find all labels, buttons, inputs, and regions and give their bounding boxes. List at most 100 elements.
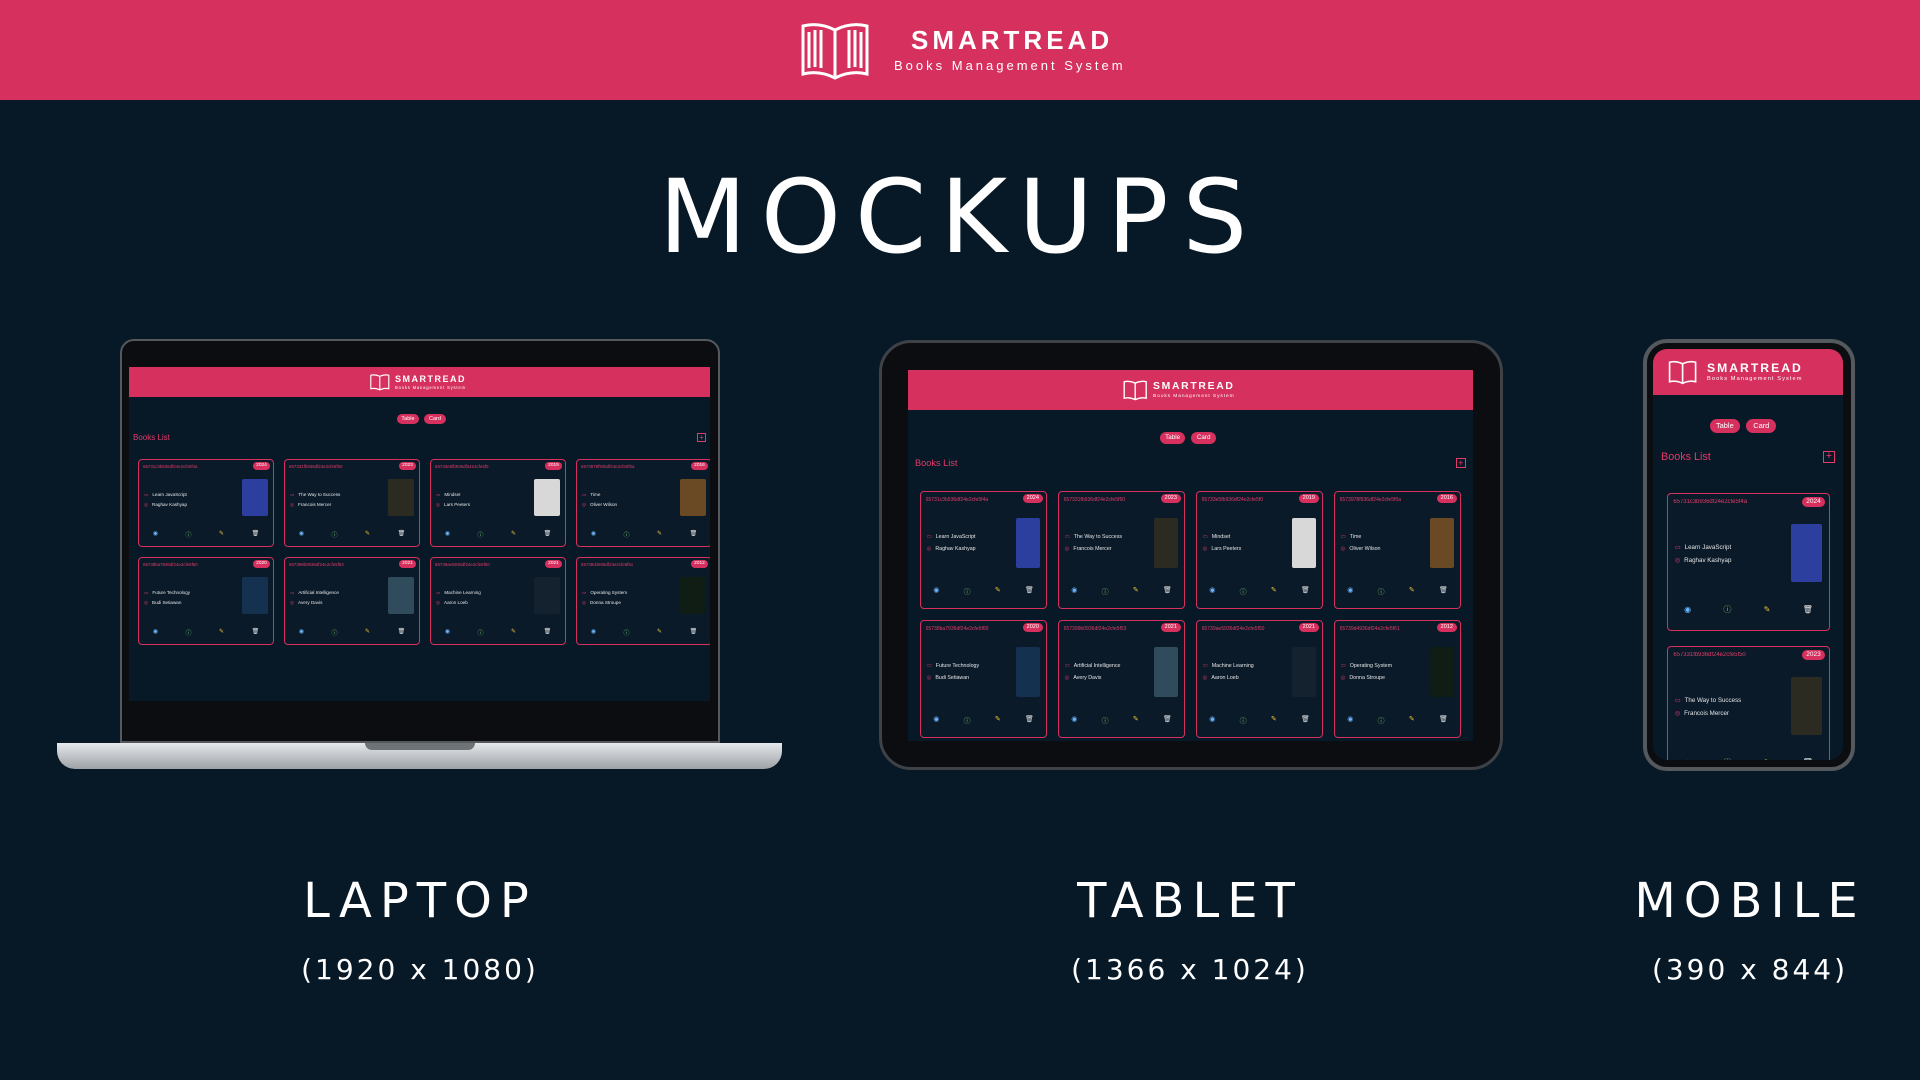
eye-icon[interactable]: ◉ xyxy=(1071,586,1077,596)
card-toggle-button[interactable]: Card xyxy=(1191,432,1217,444)
card-toggle-button[interactable]: Card xyxy=(1746,419,1777,433)
edit-icon[interactable]: ✎ xyxy=(1133,586,1139,596)
info-icon[interactable]: ⓘ xyxy=(624,530,630,539)
trash-icon[interactable]: 🗑 xyxy=(1803,604,1813,615)
book-card[interactable]: 6573978f936df24e2cfe5f0a 2016 ▭ Time ◎ Oliver… xyxy=(576,459,710,547)
add-book-icon[interactable]: + xyxy=(697,433,706,442)
trash-icon[interactable]: 🗑 xyxy=(690,628,698,637)
edit-icon[interactable]: ✎ xyxy=(1133,715,1139,725)
info-icon[interactable]: ⓘ xyxy=(186,628,192,637)
info-icon[interactable]: ⓘ xyxy=(1723,757,1731,760)
edit-icon[interactable]: ✎ xyxy=(1409,586,1415,596)
info-icon[interactable]: ⓘ xyxy=(1102,586,1109,596)
trash-icon[interactable]: 🗑 xyxy=(1025,715,1034,725)
info-icon[interactable]: ⓘ xyxy=(1102,715,1109,725)
book-card[interactable]: 65738ba7936df24e2cfe5f60 2020 ▭ Future Tech… xyxy=(138,557,274,645)
book-card[interactable]: 65731c3b936df24e2cfe5f4a 2024 ▭ Learn JavaS… xyxy=(138,459,274,547)
book-card[interactable]: 65739d4936df24e2cfe5f61 2012 ▭ Operating Sy… xyxy=(1334,620,1461,738)
book-card[interactable]: 65739ae5936df24e2cfe5f50 2021 ▭ Machine Lea… xyxy=(430,557,566,645)
eye-icon[interactable]: ◉ xyxy=(1347,715,1353,725)
eye-icon[interactable]: ◉ xyxy=(445,530,450,539)
eye-icon[interactable]: ◉ xyxy=(591,530,596,539)
book-card[interactable]: 65731c3b936df24e2cfe5f4a 2024 ▭ Learn JavaS… xyxy=(920,491,1047,609)
add-book-icon[interactable]: + xyxy=(1455,458,1466,469)
trash-icon[interactable]: 🗑 xyxy=(252,628,260,637)
edit-icon[interactable]: ✎ xyxy=(365,530,370,539)
eye-icon[interactable]: ◉ xyxy=(933,715,939,725)
info-icon[interactable]: ⓘ xyxy=(186,530,192,539)
edit-icon[interactable]: ✎ xyxy=(511,628,516,637)
eye-icon[interactable]: ◉ xyxy=(299,628,304,637)
eye-icon[interactable]: ◉ xyxy=(299,530,304,539)
info-icon[interactable]: ⓘ xyxy=(478,628,484,637)
eye-icon[interactable]: ◉ xyxy=(1209,586,1215,596)
card-toggle-button[interactable]: Card xyxy=(424,414,446,424)
book-card[interactable]: 65733e5fb936df24e2cfe5f0 2019 ▭ Mindset ◎ Lar… xyxy=(1196,491,1323,609)
trash-icon[interactable]: 🗑 xyxy=(252,530,260,539)
edit-icon[interactable]: ✎ xyxy=(1271,715,1277,725)
add-book-icon[interactable]: + xyxy=(1822,451,1835,464)
trash-icon[interactable]: 🗑 xyxy=(544,628,552,637)
book-card[interactable]: 65731c3b936df24e2cfe5f4a 2024 ▭ Learn JavaS… xyxy=(1667,493,1830,631)
info-icon[interactable]: ⓘ xyxy=(964,715,971,725)
eye-icon[interactable]: ◉ xyxy=(591,628,596,637)
eye-icon[interactable]: ◉ xyxy=(153,530,158,539)
trash-icon[interactable]: 🗑 xyxy=(398,530,406,539)
edit-icon[interactable]: ✎ xyxy=(219,530,224,539)
table-toggle-button[interactable]: Table xyxy=(397,414,419,424)
trash-icon[interactable]: 🗑 xyxy=(1301,586,1310,596)
trash-icon[interactable]: 🗑 xyxy=(544,530,552,539)
edit-icon[interactable]: ✎ xyxy=(995,715,1001,725)
info-icon[interactable]: ⓘ xyxy=(1240,715,1247,725)
info-icon[interactable]: ⓘ xyxy=(964,586,971,596)
eye-icon[interactable]: ◉ xyxy=(1209,715,1215,725)
table-toggle-button[interactable]: Table xyxy=(1160,432,1186,444)
trash-icon[interactable]: 🗑 xyxy=(1163,715,1172,725)
edit-icon[interactable]: ✎ xyxy=(219,628,224,637)
edit-icon[interactable]: ✎ xyxy=(657,628,662,637)
book-card[interactable]: 657399b0936df24e2cfe5f53 2021 ▭ Artificial … xyxy=(284,557,420,645)
info-icon[interactable]: ⓘ xyxy=(332,530,338,539)
edit-icon[interactable]: ✎ xyxy=(1764,604,1771,615)
eye-icon[interactable]: ◉ xyxy=(1684,757,1691,760)
eye-icon[interactable]: ◉ xyxy=(1684,604,1691,615)
info-icon[interactable]: ⓘ xyxy=(332,628,338,637)
trash-icon[interactable]: 🗑 xyxy=(690,530,698,539)
info-icon[interactable]: ⓘ xyxy=(1723,604,1731,615)
info-icon[interactable]: ⓘ xyxy=(1378,586,1385,596)
edit-icon[interactable]: ✎ xyxy=(1764,757,1771,760)
trash-icon[interactable]: 🗑 xyxy=(1025,586,1034,596)
info-icon[interactable]: ⓘ xyxy=(1240,586,1247,596)
trash-icon[interactable]: 🗑 xyxy=(1439,715,1448,725)
edit-icon[interactable]: ✎ xyxy=(1271,586,1277,596)
trash-icon[interactable]: 🗑 xyxy=(398,628,406,637)
book-card[interactable]: 657331fb936df24e2cfe5f50 2023 ▭ The Way to … xyxy=(284,459,420,547)
info-icon[interactable]: ⓘ xyxy=(1378,715,1385,725)
edit-icon[interactable]: ✎ xyxy=(511,530,516,539)
book-card[interactable]: 65739d4936df24e2cfe5f61 2012 ▭ Operating Sy… xyxy=(576,557,710,645)
book-card[interactable]: 65739ae5936df24e2cfe5f50 2021 ▭ Machine Lea… xyxy=(1196,620,1323,738)
eye-icon[interactable]: ◉ xyxy=(445,628,450,637)
eye-icon[interactable]: ◉ xyxy=(153,628,158,637)
brand-subtitle: Books Management System xyxy=(894,58,1126,73)
trash-icon[interactable]: 🗑 xyxy=(1803,757,1813,760)
info-icon[interactable]: ⓘ xyxy=(478,530,484,539)
edit-icon[interactable]: ✎ xyxy=(365,628,370,637)
eye-icon[interactable]: ◉ xyxy=(1071,715,1077,725)
book-card[interactable]: 65738ba7936df24e2cfe5f60 2020 ▭ Future Tech… xyxy=(920,620,1047,738)
info-icon[interactable]: ⓘ xyxy=(624,628,630,637)
edit-icon[interactable]: ✎ xyxy=(1409,715,1415,725)
trash-icon[interactable]: 🗑 xyxy=(1301,715,1310,725)
edit-icon[interactable]: ✎ xyxy=(657,530,662,539)
eye-icon[interactable]: ◉ xyxy=(933,586,939,596)
book-card[interactable]: 657331fb936df24e2cfe5f50 2023 ▭ The Way to … xyxy=(1667,646,1830,760)
book-card[interactable]: 657399b0936df24e2cfe5f53 2021 ▭ Artificial … xyxy=(1058,620,1185,738)
edit-icon[interactable]: ✎ xyxy=(995,586,1001,596)
book-card[interactable]: 657331fb936df24e2cfe5f50 2023 ▭ The Way to … xyxy=(1058,491,1185,609)
book-card[interactable]: 65733e5fb936df24e2cfe5f0 2019 ▭ Mindset ◎ Lar… xyxy=(430,459,566,547)
eye-icon[interactable]: ◉ xyxy=(1347,586,1353,596)
trash-icon[interactable]: 🗑 xyxy=(1163,586,1172,596)
table-toggle-button[interactable]: Table xyxy=(1710,419,1740,433)
book-card[interactable]: 6573978f936df24e2cfe5f0a 2016 ▭ Time ◎ Oliver… xyxy=(1334,491,1461,609)
trash-icon[interactable]: 🗑 xyxy=(1439,586,1448,596)
